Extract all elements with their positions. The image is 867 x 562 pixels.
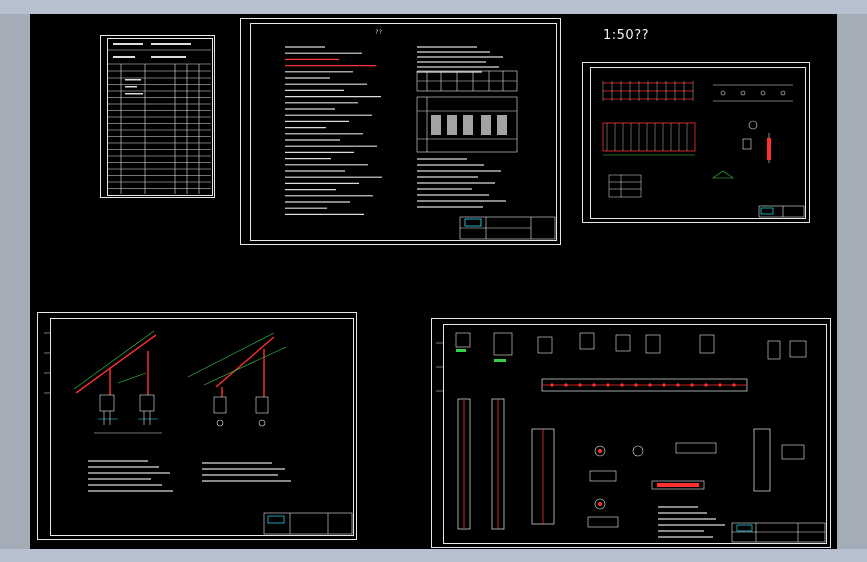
- section-sheet[interactable]: [37, 312, 357, 540]
- layout-plan-graphic: [602, 81, 805, 218]
- viewport-top-frame: [0, 0, 867, 14]
- index-sheet[interactable]: [100, 35, 215, 198]
- drawing-canvas[interactable]: ?? 1:50??: [30, 14, 837, 549]
- detail-graphic: [436, 332, 826, 543]
- detail-sheet[interactable]: [431, 318, 831, 548]
- layout-plan-sheet[interactable]: [582, 62, 810, 223]
- section-graphic: [44, 330, 353, 535]
- design-notes-sheet[interactable]: ??: [240, 18, 561, 245]
- index-table-graphic: [108, 43, 211, 194]
- scale-label: 1:50??: [603, 28, 649, 43]
- viewport-bottom-frame: [0, 549, 867, 562]
- design-notes-graphic: [285, 46, 556, 240]
